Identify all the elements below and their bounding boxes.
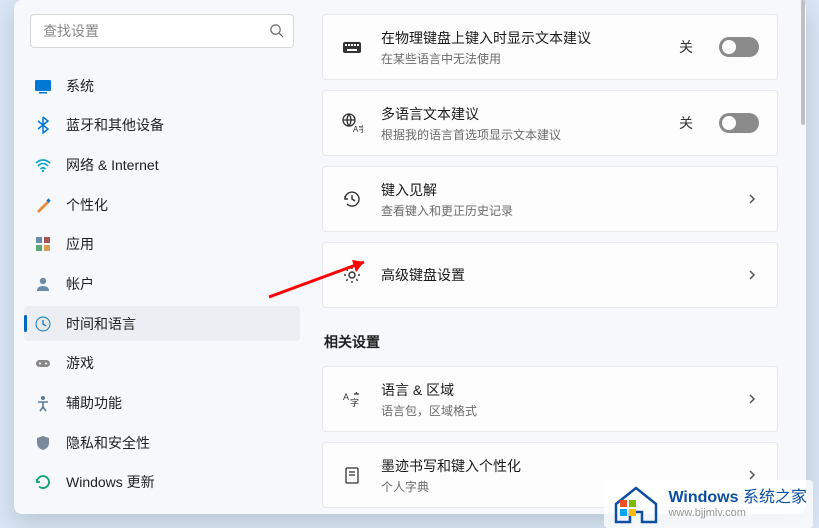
card-text: 键入见解 查看键入和更正历史记录 [381, 180, 727, 219]
card-subtitle: 语言包，区域格式 [381, 402, 727, 419]
card-title: 语言 & 区域 [381, 380, 727, 400]
card-text: 在物理键盘上键入时显示文本建议 在某些语言中无法使用 [381, 28, 661, 67]
sidebar-item-label: Windows 更新 [66, 472, 155, 492]
sidebar-item-label: 帐户 [66, 274, 94, 294]
accessibility-icon [34, 394, 52, 412]
card-subtitle: 在某些语言中无法使用 [381, 50, 661, 67]
shield-icon [34, 434, 52, 452]
sidebar-item-label: 应用 [66, 234, 94, 254]
related-settings-heading: 相关设置 [324, 332, 778, 352]
card-text: 高级键盘设置 [381, 265, 727, 285]
card-typing-insights[interactable]: 键入见解 查看键入和更正历史记录 [322, 166, 778, 232]
wifi-icon [34, 156, 52, 174]
sidebar-item-label: 系统 [66, 76, 94, 96]
system-icon [34, 77, 52, 95]
sidebar-item-label: 蓝牙和其他设备 [66, 115, 164, 135]
search-icon [269, 23, 284, 38]
card-title: 在物理键盘上键入时显示文本建议 [381, 28, 661, 48]
toggle-switch[interactable] [719, 113, 759, 133]
card-title: 高级键盘设置 [381, 265, 727, 285]
globe-text-icon: A字 [341, 112, 363, 134]
svg-text:字: 字 [350, 397, 359, 408]
svg-text:A字: A字 [353, 124, 363, 134]
language-icon: A字 [341, 388, 363, 410]
watermark-url: www.bjjmlv.com [668, 507, 807, 520]
toggle-state-label: 关 [679, 37, 693, 57]
sidebar: 系统 蓝牙和其他设备 网络 & Internet 个性化 应用 帐户 时间和语言 [14, 0, 310, 514]
card-multilingual[interactable]: A字 多语言文本建议 根据我的语言首选项显示文本建议 关 [322, 90, 778, 156]
card-language-region[interactable]: A字 语言 & 区域 语言包，区域格式 [322, 366, 778, 432]
card-text-suggestions[interactable]: 在物理键盘上键入时显示文本建议 在某些语言中无法使用 关 [322, 14, 778, 80]
card-title: 键入见解 [381, 180, 727, 200]
chevron-right-icon [745, 192, 759, 206]
card-title: 墨迹书写和键入个性化 [381, 456, 727, 476]
watermark-brand: Windows 系统之家 [668, 488, 807, 507]
history-icon [341, 188, 363, 210]
sidebar-item-gaming[interactable]: 游戏 [24, 345, 300, 381]
svg-text:A: A [343, 392, 349, 402]
sidebar-item-accessibility[interactable]: 辅助功能 [24, 385, 300, 421]
scrollbar[interactable] [800, 0, 806, 500]
house-logo-icon [610, 482, 662, 526]
content-area: 在物理键盘上键入时显示文本建议 在某些语言中无法使用 关 A字 多语言文本建议 … [310, 0, 806, 514]
gear-icon [341, 264, 363, 286]
card-title: 多语言文本建议 [381, 104, 661, 124]
clock-globe-icon [34, 315, 52, 333]
bluetooth-icon [34, 116, 52, 134]
apps-icon [34, 235, 52, 253]
sidebar-item-apps[interactable]: 应用 [24, 227, 300, 263]
sidebar-item-label: 时间和语言 [66, 314, 136, 334]
sidebar-item-privacy[interactable]: 隐私和安全性 [24, 425, 300, 461]
settings-window: 系统 蓝牙和其他设备 网络 & Internet 个性化 应用 帐户 时间和语言 [14, 0, 806, 514]
keyboard-icon [341, 36, 363, 58]
gamepad-icon [34, 354, 52, 372]
paintbrush-icon [34, 196, 52, 214]
watermark: Windows 系统之家 www.bjjmlv.com [604, 480, 813, 528]
sidebar-item-bluetooth[interactable]: 蓝牙和其他设备 [24, 108, 300, 144]
chevron-right-icon [745, 392, 759, 406]
sidebar-item-personalization[interactable]: 个性化 [24, 187, 300, 223]
dictionary-icon [341, 464, 363, 486]
sidebar-item-network[interactable]: 网络 & Internet [24, 147, 300, 183]
person-icon [34, 275, 52, 293]
sidebar-item-system[interactable]: 系统 [24, 68, 300, 104]
sidebar-item-label: 辅助功能 [66, 393, 122, 413]
sidebar-item-label: 游戏 [66, 353, 94, 373]
scrollbar-thumb[interactable] [801, 0, 805, 125]
card-subtitle: 查看键入和更正历史记录 [381, 202, 727, 219]
sidebar-item-time-language[interactable]: 时间和语言 [24, 306, 300, 342]
update-icon [34, 473, 52, 491]
chevron-right-icon [745, 268, 759, 282]
sidebar-item-accounts[interactable]: 帐户 [24, 266, 300, 302]
search-container [30, 14, 294, 48]
card-advanced-keyboard[interactable]: 高级键盘设置 [322, 242, 778, 308]
search-input[interactable] [30, 14, 294, 48]
card-text: 多语言文本建议 根据我的语言首选项显示文本建议 [381, 104, 661, 143]
sidebar-item-label: 隐私和安全性 [66, 433, 150, 453]
toggle-switch[interactable] [719, 37, 759, 57]
card-subtitle: 根据我的语言首选项显示文本建议 [381, 126, 661, 143]
sidebar-item-label: 个性化 [66, 195, 108, 215]
card-text: 语言 & 区域 语言包，区域格式 [381, 380, 727, 419]
toggle-state-label: 关 [679, 113, 693, 133]
sidebar-item-label: 网络 & Internet [66, 155, 159, 175]
sidebar-item-windows-update[interactable]: Windows 更新 [24, 464, 300, 500]
